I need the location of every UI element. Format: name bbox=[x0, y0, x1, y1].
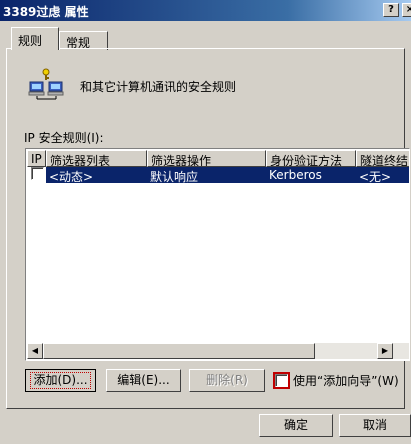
help-button[interactable]: ? bbox=[383, 3, 399, 17]
column-header-filter-list[interactable]: 筛选器列表 bbox=[46, 150, 147, 167]
window-title: 3389过虑 属性 bbox=[3, 5, 89, 19]
cell-tunnel: <无> bbox=[356, 167, 409, 183]
cancel-button[interactable]: 取消 bbox=[339, 414, 411, 437]
cancel-button-label: 取消 bbox=[362, 418, 387, 432]
row-checkbox-cell bbox=[27, 167, 46, 183]
add-wizard-checkbox[interactable] bbox=[273, 372, 290, 389]
rules-list-header: IP 筛选器列表 筛选器操作 身份验证方法 隧道终结 bbox=[27, 150, 409, 167]
add-button[interactable]: 添加(D)... bbox=[25, 369, 96, 392]
cell-filter-list: <动态> bbox=[46, 167, 147, 183]
tab-rules-label: 规则 bbox=[18, 34, 43, 48]
add-wizard-label: 使用“添加向导”(W) bbox=[293, 374, 399, 388]
scroll-thumb[interactable] bbox=[43, 343, 315, 359]
add-wizard-option[interactable]: 使用“添加向导”(W) bbox=[273, 372, 399, 389]
table-row[interactable]: <动态> 默认响应 Kerberos <无> bbox=[27, 167, 409, 183]
cell-auth-method: Kerberos bbox=[266, 167, 356, 183]
close-icon: × bbox=[405, 4, 411, 15]
remove-button-label: 删除(R) bbox=[206, 373, 248, 387]
scroll-right-icon[interactable]: ▶ bbox=[377, 343, 393, 359]
edit-button-label: 编辑(E)... bbox=[117, 373, 170, 387]
column-header-tunnel[interactable]: 隧道终结 bbox=[356, 150, 409, 167]
tab-rules[interactable]: 规则 bbox=[11, 27, 59, 50]
rules-list[interactable]: IP 筛选器列表 筛选器操作 身份验证方法 隧道终结 <动态> 默认响应 Ker… bbox=[25, 148, 410, 361]
network-computers-icon bbox=[28, 68, 64, 100]
column-header-filter-action[interactable]: 筛选器操作 bbox=[147, 150, 266, 167]
ok-button[interactable]: 确定 bbox=[259, 414, 333, 437]
column-header-auth-method[interactable]: 身份验证方法 bbox=[266, 150, 356, 167]
title-bar: 3389过虑 属性 ? × bbox=[0, 0, 411, 21]
ok-button-label: 确定 bbox=[283, 418, 308, 432]
remove-button[interactable]: 删除(R) bbox=[189, 369, 265, 392]
scroll-left-icon[interactable]: ◀ bbox=[27, 343, 43, 359]
help-icon: ? bbox=[388, 4, 394, 15]
rules-section-label: IP 安全规则(I): bbox=[24, 131, 104, 145]
column-header-ip[interactable]: IP bbox=[27, 150, 46, 167]
cell-filter-action: 默认响应 bbox=[147, 167, 266, 183]
horizontal-scrollbar[interactable]: ◀ ▶ bbox=[27, 343, 409, 359]
edit-button[interactable]: 编辑(E)... bbox=[106, 369, 181, 392]
add-button-label: 添加(D)... bbox=[30, 372, 91, 389]
close-button[interactable]: × bbox=[402, 3, 411, 17]
rules-description: 和其它计算机通讯的安全规则 bbox=[80, 80, 237, 94]
row-checkbox[interactable] bbox=[31, 167, 44, 180]
